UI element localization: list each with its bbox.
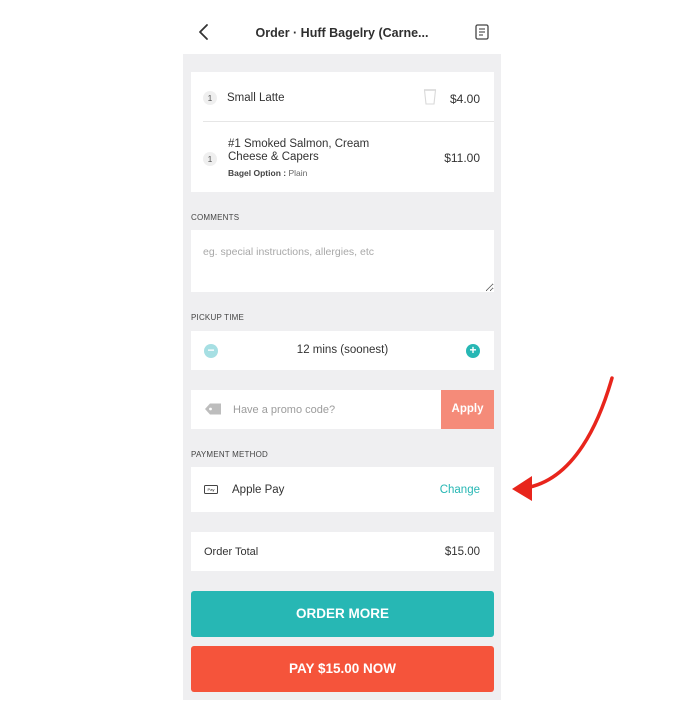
- payment-method-label: PAYMENT METHOD: [191, 450, 269, 459]
- pickup-time-stepper: − 12 mins (soonest) +: [191, 331, 494, 370]
- comments-card: [191, 230, 494, 292]
- order-screen: 1 Small Latte $4.00 1 #1 Smoked Salmon, …: [183, 54, 501, 700]
- order-total-label: Order Total: [204, 546, 259, 558]
- chevron-left-icon[interactable]: [194, 22, 214, 42]
- item-price: $11.00: [444, 151, 480, 165]
- item-option-label: Bagel Option :: [228, 168, 287, 178]
- increase-time-button[interactable]: +: [466, 344, 480, 358]
- item-price: $4.00: [449, 92, 480, 106]
- pay-now-button[interactable]: PAY $15.00 NOW: [191, 646, 494, 692]
- comments-label: COMMENTS: [191, 213, 240, 222]
- list-item[interactable]: 1 Small Latte $4.00: [203, 72, 494, 122]
- list-item[interactable]: 1 #1 Smoked Salmon, Cream Cheese & Caper…: [191, 122, 494, 192]
- promo-code-input[interactable]: [233, 390, 433, 429]
- order-total-card: Order Total $15.00: [191, 532, 494, 571]
- pickup-time-value: 12 mins (soonest): [296, 344, 389, 356]
- comments-input[interactable]: [191, 230, 494, 292]
- item-name: Small Latte: [227, 92, 285, 104]
- item-name-line-2: Cheese & Capers: [228, 151, 319, 163]
- pickup-time-label: PICKUP TIME: [191, 313, 245, 322]
- item-option: Bagel Option : Plain: [228, 168, 307, 178]
- order-more-button[interactable]: ORDER MORE: [191, 591, 494, 637]
- order-items-card: 1 Small Latte $4.00 1 #1 Smoked Salmon, …: [191, 72, 494, 192]
- annotation-arrow: [512, 376, 614, 501]
- quantity-badge: 1: [203, 152, 217, 166]
- promo-card: Apply: [191, 390, 494, 429]
- receipt-icon[interactable]: [473, 23, 491, 41]
- payment-method-card: Pay Apple Pay Change: [191, 467, 494, 512]
- order-total-value: $15.00: [444, 546, 480, 558]
- cup-icon: [423, 89, 437, 105]
- app-header: Order · Huff Bagelry (Carne...: [183, 0, 501, 54]
- page-title: Order · Huff Bagelry (Carne...: [255, 26, 429, 40]
- quantity-badge: 1: [203, 91, 217, 105]
- item-option-value: Plain: [288, 168, 308, 178]
- item-name: #1 Smoked Salmon, Cream Cheese & Capers: [228, 138, 369, 164]
- tag-icon: [205, 403, 221, 415]
- item-name-line-1: #1 Smoked Salmon, Cream: [228, 138, 370, 150]
- change-payment-link[interactable]: Change: [440, 484, 480, 496]
- apple-pay-icon: Pay: [204, 485, 218, 494]
- payment-method-name: Apple Pay: [232, 484, 285, 496]
